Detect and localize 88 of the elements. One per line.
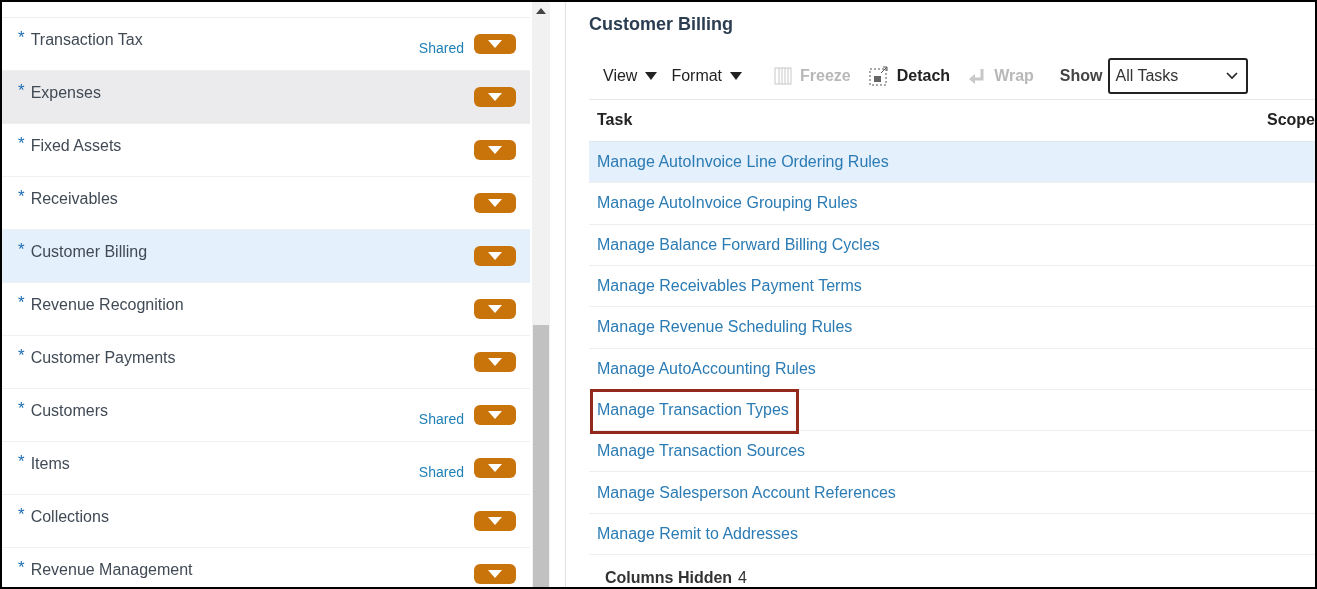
offering-name: Collections [30,508,109,526]
offering-name: Transaction Tax [30,31,143,49]
offering-row[interactable]: * Expenses [2,71,530,124]
caret-icon [645,72,658,81]
caret-icon [488,146,502,154]
show-dropdown[interactable]: All Tasks [1107,58,1248,95]
actions-button[interactable] [474,511,516,531]
columns-hidden-label: Columns Hidden [605,569,733,587]
actions-button[interactable] [474,564,516,584]
actions-button[interactable] [474,140,516,160]
table-row[interactable]: Manage Transaction Sources [589,431,1315,473]
required-mark: * [18,296,25,310]
caret-icon [488,199,502,207]
return-arrow-icon [968,67,987,86]
task-link[interactable]: Manage Remit to Addresses [597,524,798,542]
offering-name: Expenses [30,84,101,102]
offering-name: Customers [30,402,108,420]
table-row[interactable]: Manage Salesperson Account References [589,472,1315,514]
actions-button[interactable] [474,193,516,213]
menu-button[interactable]: View [603,67,658,86]
caret-icon [488,40,502,48]
required-mark: * [18,349,25,363]
task-link[interactable]: Manage Receivables Payment Terms [597,277,862,295]
offering-name: Revenue Recognition [30,296,184,314]
columns-icon [774,67,793,86]
required-mark: * [18,137,25,151]
show-label: Show [1059,67,1103,86]
menu-button[interactable]: Format [671,67,743,86]
actions-button[interactable] [474,87,516,107]
required-mark: * [18,508,25,522]
actions-button[interactable] [474,246,516,266]
caret-icon [488,411,502,419]
task-link[interactable]: Manage Revenue Scheduling Rules [597,318,853,336]
table-row[interactable]: Manage Receivables Payment Terms [589,265,1315,308]
task-link[interactable]: Manage Balance Forward Billing Cycles [597,235,880,253]
table-row[interactable]: Manage AutoInvoice Line Ordering Rules [589,142,1315,184]
required-mark: * [18,190,25,204]
task-link[interactable]: Manage Transaction Types [597,400,789,418]
table-row[interactable]: Manage Transaction Types [589,389,1315,432]
caret-icon [488,358,502,366]
shared-label: Shared [418,411,464,427]
actions-button[interactable] [474,34,516,54]
section-title: Customer Billing [589,14,734,36]
table-row[interactable]: Manage Balance Forward Billing Cycles [589,224,1315,266]
caret-icon [488,464,502,472]
table-row[interactable]: Manage Revenue Scheduling Rules [589,307,1315,349]
offering-name: Items [30,455,70,473]
offering-name: Fixed Assets [30,137,122,155]
task-link[interactable]: Manage AutoInvoice Line Ordering Rules [597,153,889,171]
offering-name: Customer Payments [30,349,176,367]
shared-label: Shared [418,40,464,56]
columns-hidden-count: 4 [738,569,747,587]
required-mark: * [18,243,25,257]
actions-button[interactable] [474,299,516,319]
actions-button[interactable] [474,458,516,478]
table-row[interactable]: Manage Remit to Addresses [589,513,1315,555]
offering-row[interactable]: * Customer Billing [2,230,530,283]
required-mark: * [18,455,25,469]
chevron-down-icon [1225,72,1238,81]
task-link[interactable]: Manage AutoAccounting Rules [597,359,816,377]
column-header[interactable]: Scope [1267,111,1315,130]
task-link[interactable]: Manage Transaction Sources [597,442,806,460]
offering-name: Customer Billing [30,243,148,261]
scrollbar[interactable] [532,2,550,587]
caret-icon [488,252,502,260]
actions-button[interactable] [474,405,516,425]
task-link[interactable]: Manage AutoInvoice Grouping Rules [597,194,858,212]
required-mark: * [18,402,25,416]
actions-button[interactable] [474,352,516,372]
caret-icon [730,72,743,81]
required-mark: * [18,84,25,98]
caret-icon [488,517,502,525]
shared-label: Shared [418,464,464,480]
detach-button[interactable]: Detach [868,66,951,87]
scroll-up-icon[interactable] [536,8,546,14]
table-row[interactable]: Manage AutoInvoice Grouping Rules [589,183,1315,225]
table-row[interactable]: Manage AutoAccounting Rules [589,348,1315,390]
required-mark: * [18,561,25,575]
column-header[interactable]: Task [597,111,633,130]
offering-name: Receivables [30,190,118,208]
task-link[interactable]: Manage Salesperson Account References [597,483,896,501]
caret-icon [488,305,502,313]
offering-name: Revenue Management [30,561,193,579]
scrollbar-thumb[interactable] [533,325,549,587]
caret-icon [488,570,502,578]
required-mark: * [18,31,25,45]
caret-icon [488,93,502,101]
detach-icon [868,66,889,87]
